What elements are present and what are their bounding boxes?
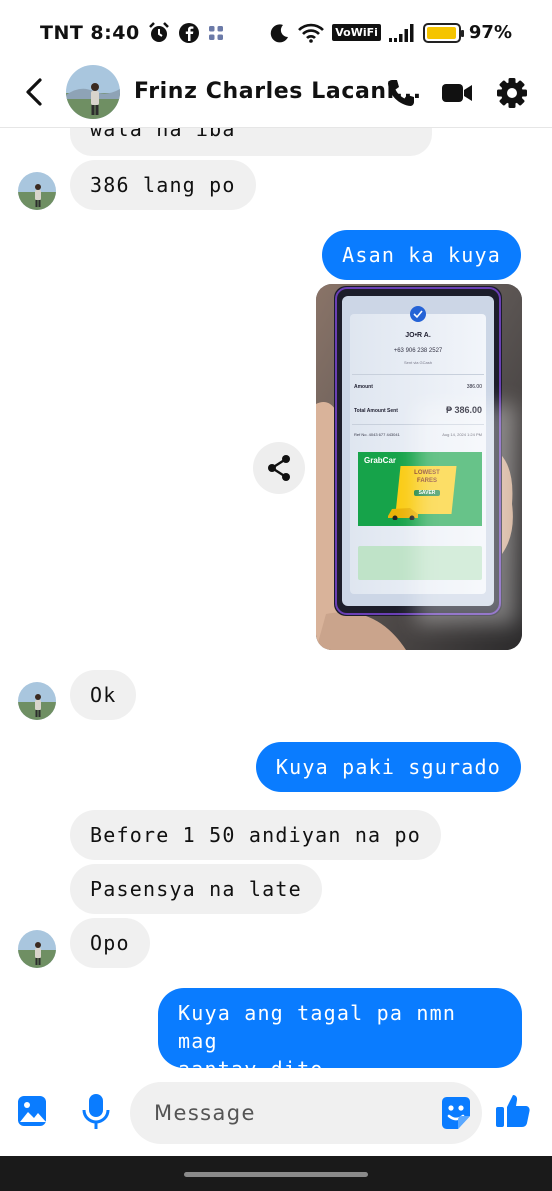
message-bubble-outgoing[interactable]: Kuya paki sgurado: [255, 742, 521, 792]
gesture-handle[interactable]: [184, 1172, 368, 1177]
photo-attachment[interactable]: JO•R A. +63 906 238 2527 Sent via GCash …: [316, 284, 522, 650]
message-bubble-outgoing[interactable]: Kuya ang tagal pa nmn mag aantay dito: [158, 988, 522, 1070]
message-bubble-incoming[interactable]: 386 lang po: [70, 160, 256, 210]
receipt-sent-via: Sent via GCash: [403, 360, 432, 365]
carrier-time: TNT 8:40: [40, 22, 140, 44]
message-text: 386 lang po: [90, 173, 236, 197]
phone-icon[interactable]: [384, 76, 418, 110]
video-call-icon[interactable]: [440, 76, 474, 110]
apps-grid-icon: [208, 26, 223, 40]
message-text: wala na iba: [90, 128, 236, 141]
receipt-amount-label: Amount: [354, 384, 373, 390]
message-bubble-incoming[interactable]: Ok: [70, 670, 137, 720]
sender-avatar[interactable]: [18, 682, 56, 720]
gallery-icon[interactable]: [16, 1094, 48, 1130]
status-bar: TNT 8:40 VoWiFi 97%: [0, 0, 552, 62]
receipt-phone: +63 906 238 2527: [393, 348, 443, 354]
share-button[interactable]: [253, 442, 305, 494]
facebook-icon: [178, 23, 199, 43]
message-text: Before 1 50 andiyan na po: [90, 823, 422, 847]
contact-avatar[interactable]: [66, 65, 120, 119]
battery-level: [426, 26, 456, 39]
battery-text: 97%: [468, 22, 512, 43]
message-input[interactable]: [130, 1082, 482, 1144]
gear-icon[interactable]: [495, 76, 529, 110]
vowifi-badge: VoWiFi: [332, 24, 381, 41]
microphone-icon[interactable]: [80, 1092, 112, 1132]
conversation-header: Frinz Charles Lacani...: [0, 62, 552, 128]
message-text: Kuya paki sgurado: [275, 755, 501, 779]
receipt-name: JO•R A.: [405, 332, 431, 339]
thumbs-up-icon[interactable]: [494, 1092, 532, 1130]
message-bubble-incoming[interactable]: wala na iba: [70, 128, 432, 156]
system-nav-bar: [0, 1156, 552, 1191]
receipt-divider: [352, 374, 484, 375]
receipt-amount-value: 386.00: [466, 384, 482, 390]
sticker-icon[interactable]: [438, 1094, 474, 1132]
battery-icon: [422, 22, 464, 43]
photo-glare: [416, 404, 516, 624]
share-icon: [268, 455, 290, 481]
alarm-icon: [148, 22, 169, 42]
message-text-line2: aantay dito: [178, 1057, 324, 1070]
message-list[interactable]: wala na iba 386 lang po Asan ka kuya JO•…: [0, 128, 552, 1070]
contact-name[interactable]: Frinz Charles Lacani...: [134, 79, 422, 104]
message-text: Opo: [90, 931, 130, 955]
message-text: Ok: [90, 683, 117, 707]
message-composer: [0, 1070, 552, 1156]
message-text-line1: Kuya ang tagal pa nmn mag: [178, 1001, 457, 1053]
status-left: TNT 8:40: [40, 22, 224, 44]
sender-avatar[interactable]: [18, 930, 56, 968]
receipt-total-label: Total Amount Sent: [354, 408, 398, 414]
sender-avatar[interactable]: [18, 172, 56, 210]
car-icon: [388, 508, 418, 520]
message-text: Asan ka kuya: [342, 243, 501, 267]
message-bubble-incoming[interactable]: Before 1 50 andiyan na po: [70, 810, 442, 860]
wifi-icon: [298, 23, 325, 43]
message-bubble-incoming[interactable]: Pasensya na late: [70, 864, 322, 914]
status-right: VoWiFi 97%: [270, 22, 512, 43]
grab-ad-brand: GrabCar: [364, 456, 397, 465]
signal-icon: [388, 23, 414, 42]
receipt-ref: Ref No. 4043 677 443041: [354, 432, 400, 437]
message-bubble-incoming[interactable]: Opo: [70, 918, 150, 968]
message-bubble-outgoing[interactable]: Asan ka kuya: [322, 230, 521, 280]
message-text: Pasensya na late: [90, 877, 302, 901]
moon-icon: [270, 23, 289, 42]
back-icon[interactable]: [22, 76, 46, 108]
